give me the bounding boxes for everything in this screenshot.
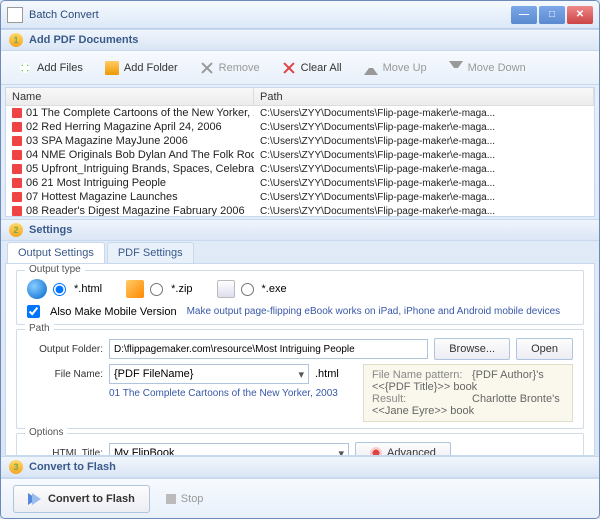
documents-list[interactable]: Name Path 01 The Complete Cartoons of th… [5, 87, 595, 217]
step-3-icon: 3 [9, 460, 23, 474]
col-path-header[interactable]: Path [254, 88, 594, 105]
add-folder-button[interactable]: Add Folder [96, 55, 187, 81]
down-icon [449, 61, 463, 75]
section-convert: 3 Convert to Flash [1, 456, 599, 478]
gear-icon [370, 447, 382, 456]
clear-all-button[interactable]: Clear All [273, 55, 351, 81]
step-1-icon: 1 [9, 33, 23, 47]
radio-exe[interactable] [241, 283, 254, 296]
convert-toolbar: Convert to Flash Stop [1, 478, 599, 518]
pdf-icon [12, 206, 22, 216]
documents-toolbar: Add Files Add Folder Remove Clear All Mo… [1, 51, 599, 85]
section-add-documents: 1 Add PDF Documents [1, 29, 599, 51]
chevron-down-icon: ▾ [298, 368, 304, 381]
globe-icon [27, 279, 47, 299]
list-header: Name Path [6, 88, 594, 106]
window-title: Batch Convert [29, 9, 511, 21]
filename-example: 01 The Complete Cartoons of the New York… [109, 388, 355, 399]
table-row[interactable]: 05 Upfront_Intriguing Brands, Spaces, Ce… [6, 162, 594, 176]
col-name-header[interactable]: Name [6, 88, 254, 105]
tab-pdf-settings[interactable]: PDF Settings [107, 242, 194, 263]
pdf-icon [12, 150, 22, 160]
table-row[interactable]: 03 SPA Magazine MayJune 2006C:\Users\ZYY… [6, 134, 594, 148]
table-row[interactable]: 01 The Complete Cartoons of the New York… [6, 106, 594, 120]
table-row[interactable]: 07 Hottest Magazine LaunchesC:\Users\ZYY… [6, 190, 594, 204]
html-title-combo[interactable]: My FlipBook▾ [109, 443, 349, 456]
up-icon [364, 61, 378, 75]
clear-icon [282, 61, 296, 75]
stop-icon [166, 494, 176, 504]
table-row[interactable]: 08 Reader's Digest Magazine Fabruary 200… [6, 204, 594, 216]
minimize-button[interactable]: — [511, 6, 537, 24]
output-type-group: Output type *.html *.zip *.exe Also Make… [16, 270, 584, 325]
pdf-icon [12, 122, 22, 132]
filename-combo[interactable]: {PDF FileName}▾ [109, 364, 309, 384]
remove-icon [200, 61, 214, 75]
close-button[interactable]: ✕ [567, 6, 593, 24]
pdf-icon [12, 136, 22, 146]
folder-icon [105, 61, 119, 75]
titlebar: Batch Convert — □ ✕ [1, 1, 599, 29]
pdf-icon [12, 178, 22, 188]
settings-tabs: Output Settings PDF Settings [1, 241, 599, 263]
plus-icon [18, 61, 32, 75]
open-button[interactable]: Open [516, 338, 573, 360]
convert-to-flash-button[interactable]: Convert to Flash [13, 485, 150, 513]
pdf-icon [12, 192, 22, 202]
radio-zip[interactable] [150, 283, 163, 296]
options-group: Options HTML Title: My FlipBook▾ Advance… [16, 433, 584, 456]
browse-button[interactable]: Browse... [434, 338, 510, 360]
tab-output-settings[interactable]: Output Settings [7, 242, 105, 263]
table-row[interactable]: 04 NME Originals Bob Dylan And The Folk … [6, 148, 594, 162]
app-icon [7, 7, 23, 23]
exe-icon [217, 280, 235, 298]
table-row[interactable]: 06 21 Most Intriguing PeopleC:\Users\ZYY… [6, 176, 594, 190]
maximize-button[interactable]: □ [539, 6, 565, 24]
move-up-button[interactable]: Move Up [355, 55, 436, 81]
remove-button[interactable]: Remove [191, 55, 269, 81]
settings-panel: Output type *.html *.zip *.exe Also Make… [5, 263, 595, 456]
pdf-icon [12, 164, 22, 174]
pdf-icon [12, 108, 22, 118]
advanced-button[interactable]: Advanced [355, 442, 451, 456]
output-folder-input[interactable] [109, 339, 428, 359]
step-2-icon: 2 [9, 223, 23, 237]
path-group: Path Output Folder: Browse... Open File … [16, 329, 584, 429]
batch-convert-window: Batch Convert — □ ✕ 1 Add PDF Documents … [0, 0, 600, 519]
stop-button[interactable]: Stop [166, 493, 204, 505]
radio-html[interactable] [53, 283, 66, 296]
move-down-button[interactable]: Move Down [440, 55, 535, 81]
section-settings: 2 Settings [1, 219, 599, 241]
add-files-button[interactable]: Add Files [9, 55, 92, 81]
table-row[interactable]: 02 Red Herring Magazine April 24, 2006C:… [6, 120, 594, 134]
mobile-version-checkbox[interactable] [27, 305, 40, 318]
play-icon [32, 493, 41, 505]
zip-icon [126, 280, 144, 298]
chevron-down-icon: ▾ [338, 447, 344, 457]
pattern-hint-box: File Name pattern:{PDF Author}'s <<{PDF … [363, 364, 573, 422]
